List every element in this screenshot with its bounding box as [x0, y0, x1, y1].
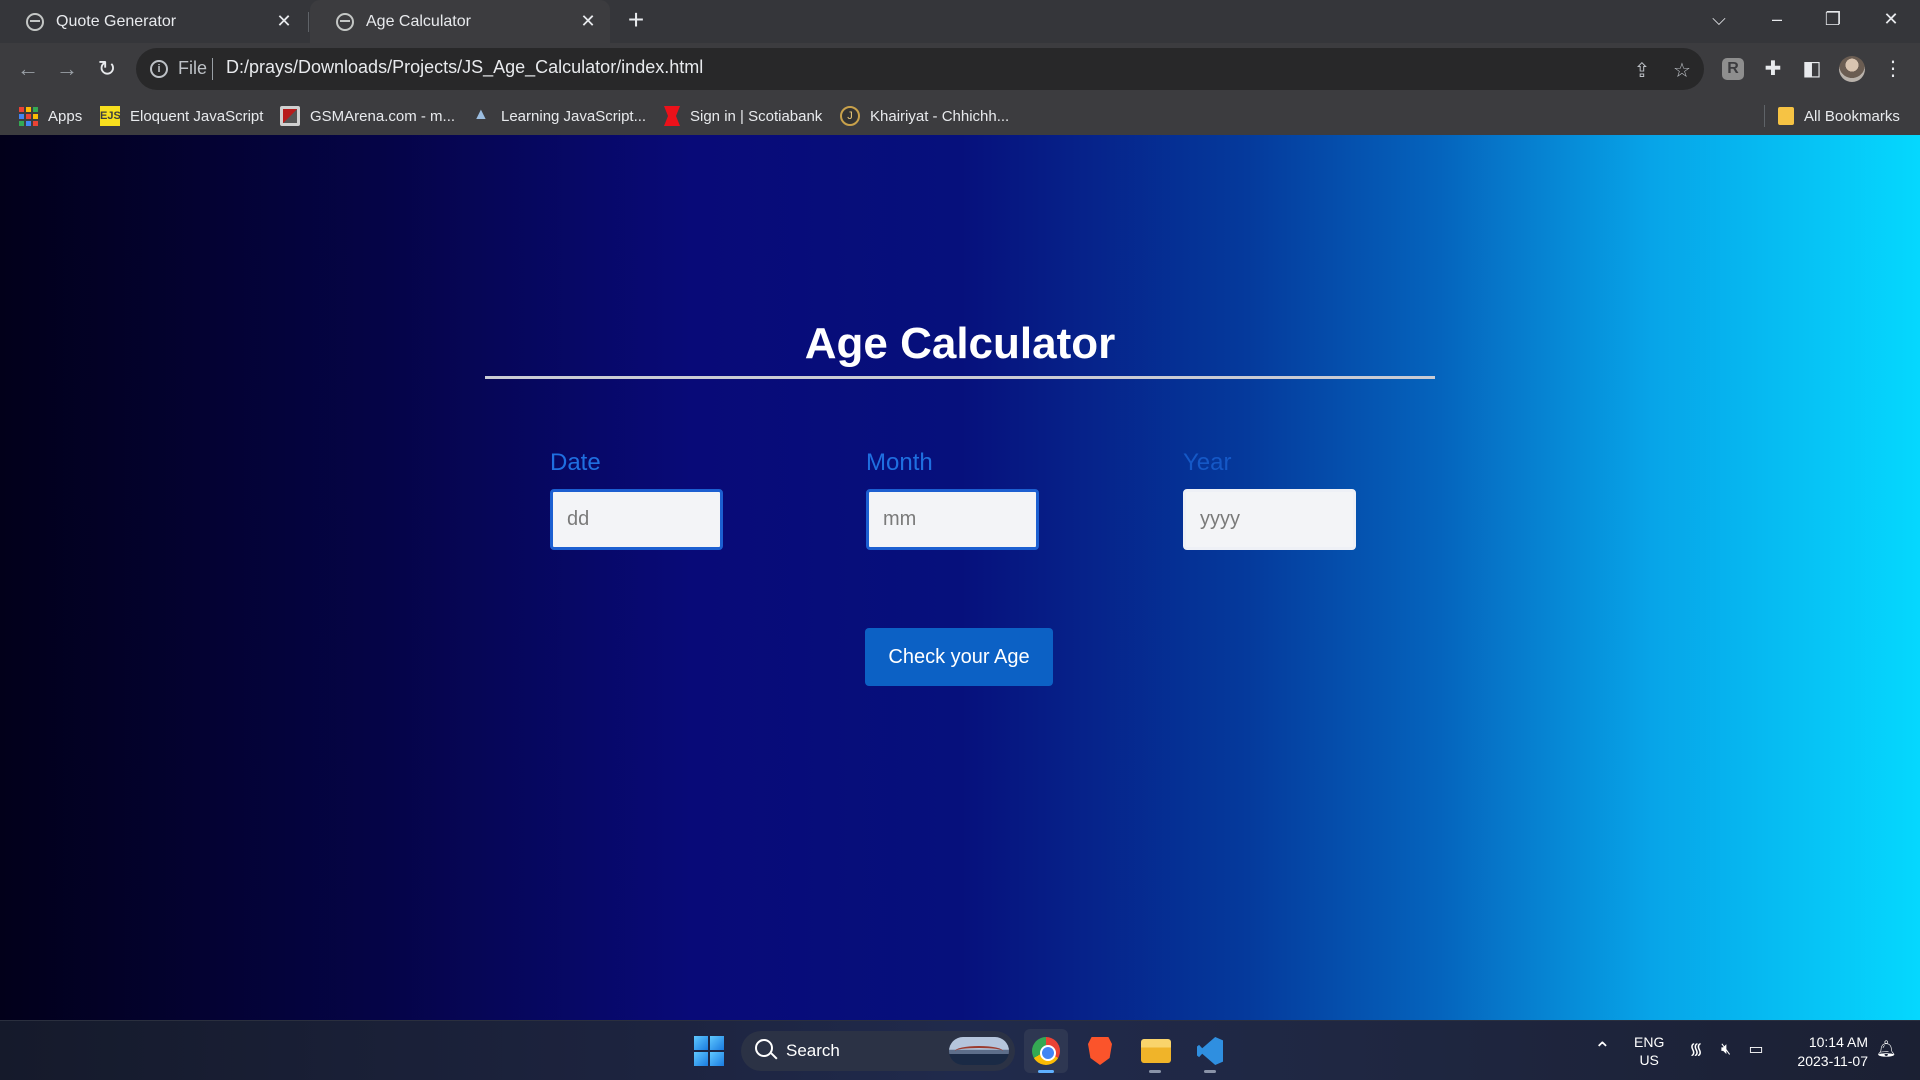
url-text[interactable]: D:/prays/Downloads/Projects/JS_Age_Calcu… — [226, 57, 703, 78]
taskbar-search-label: Search — [786, 1041, 840, 1060]
extension-r-icon[interactable]: R — [1722, 58, 1744, 80]
tab-label: Quote Generator — [56, 12, 177, 30]
forward-arrow-icon[interactable]: → — [51, 53, 83, 85]
tab-strip: Quote Generator ✕ Age Calculator ✕ + ⌵ –… — [0, 0, 1920, 43]
bookmark-apps[interactable]: Apps — [18, 105, 82, 127]
bookmark-star-icon[interactable]: ☆ — [1670, 58, 1694, 83]
browser-toolbar: ← → ↻ i File D:/prays/Downloads/Projects… — [0, 43, 1920, 95]
month-input[interactable] — [866, 489, 1039, 550]
reload-icon[interactable]: ↻ — [91, 53, 123, 85]
bookmark-label: Learning JavaScript... — [501, 107, 647, 125]
folder-icon — [1778, 107, 1794, 125]
wifi-icon[interactable]: ᯾ — [1686, 1040, 1706, 1060]
search-highlight-image — [949, 1037, 1009, 1065]
gsmarena-icon — [280, 106, 300, 126]
date-field-group: Date — [550, 449, 726, 550]
extensions-puzzle-icon[interactable]: ✚ — [1760, 56, 1786, 82]
address-bar[interactable]: i File D:/prays/Downloads/Projects/JS_Ag… — [136, 48, 1704, 90]
bookmark-khairiyat[interactable]: J Khairiyat - Chhichh... — [840, 105, 1009, 127]
tray-overflow-chevron-icon[interactable]: ⌃ — [1594, 1037, 1611, 1062]
ejs-icon: EJS — [100, 106, 121, 126]
bookmarks-bar: Apps EJS Eloquent JavaScript GSMArena.co… — [0, 95, 1920, 135]
scotiabank-icon — [664, 106, 680, 126]
clock-date: 2023-11-07 — [1797, 1053, 1868, 1069]
all-bookmarks-button[interactable]: All Bookmarks — [1778, 105, 1900, 127]
bookmark-eloquent-javascript[interactable]: EJS Eloquent JavaScript — [100, 105, 263, 127]
year-field-group: Year — [1183, 449, 1359, 550]
notification-bell-icon[interactable]: 🔔︎ — [1876, 1040, 1896, 1060]
minimize-icon[interactable]: – — [1752, 0, 1802, 40]
clock-time: 10:14 AM — [1808, 1034, 1868, 1050]
bookmark-label: Apps — [48, 107, 83, 125]
month-field-group: Month — [866, 449, 1042, 550]
address-divider — [212, 58, 213, 80]
search-icon — [755, 1039, 773, 1057]
bookmark-learning-javascript[interactable]: Learning JavaScript... — [471, 105, 646, 127]
volume-muted-icon[interactable]: 🔇︎ — [1716, 1040, 1736, 1060]
globe-icon — [26, 12, 44, 31]
date-label: Date — [550, 449, 601, 476]
learning-js-icon — [471, 106, 491, 126]
restore-icon[interactable]: ❐ — [1808, 0, 1858, 40]
back-arrow-icon[interactable]: ← — [12, 53, 44, 85]
brave-icon[interactable] — [1078, 1029, 1122, 1073]
language-indicator[interactable]: ENG US — [1634, 1033, 1664, 1069]
date-input[interactable] — [550, 489, 723, 550]
month-label: Month — [866, 449, 933, 476]
bookmark-gsmarena[interactable]: GSMArena.com - m... — [280, 105, 455, 127]
globe-icon — [336, 12, 354, 31]
share-icon[interactable]: ⇪ — [1630, 58, 1654, 83]
clock[interactable]: 10:14 AM 2023-11-07 — [1784, 1033, 1868, 1071]
battery-icon[interactable]: ▭ — [1746, 1040, 1766, 1060]
bookmarks-divider — [1764, 105, 1765, 127]
close-window-icon[interactable]: ✕ — [1866, 0, 1916, 40]
taskbar-search-box[interactable]: Search — [741, 1031, 1015, 1071]
bookmark-scotiabank[interactable]: Sign in | Scotiabank — [660, 105, 822, 127]
vscode-icon[interactable] — [1188, 1029, 1232, 1073]
title-underline — [485, 376, 1435, 379]
scheme-label: File — [178, 58, 208, 78]
close-tab-icon[interactable]: ✕ — [274, 11, 294, 31]
year-label: Year — [1183, 449, 1232, 476]
khairiyat-icon: J — [840, 106, 860, 126]
bookmark-label: GSMArena.com - m... — [310, 107, 456, 125]
page-viewport: Age Calculator Date Month Year Check you… — [0, 135, 1920, 1020]
file-explorer-icon[interactable] — [1133, 1029, 1177, 1073]
language-code: ENG — [1634, 1034, 1665, 1050]
more-menu-icon[interactable]: ⋮ — [1880, 56, 1906, 82]
bookmark-label: Sign in | Scotiabank — [690, 107, 823, 125]
side-panel-icon[interactable]: ◧ — [1799, 56, 1825, 82]
check-age-button[interactable]: Check your Age — [865, 628, 1053, 686]
profile-avatar[interactable] — [1839, 56, 1865, 82]
tab-divider — [308, 12, 309, 32]
site-info-icon[interactable]: i — [150, 60, 168, 78]
windows-start-icon[interactable] — [694, 1036, 724, 1066]
tab-search-chevron-icon[interactable]: ⌵ — [1694, 0, 1744, 40]
chrome-icon[interactable] — [1024, 1029, 1068, 1073]
bookmark-label: Khairiyat - Chhichh... — [870, 107, 1010, 125]
tab-age-calculator[interactable]: Age Calculator ✕ — [310, 0, 610, 43]
close-tab-icon[interactable]: ✕ — [578, 11, 598, 31]
taskbar: Search ⌃ ENG US ᯾ 🔇︎ ▭ 10:14 AM 2023-11-… — [0, 1020, 1920, 1080]
all-bookmarks-label: All Bookmarks — [1804, 107, 1900, 125]
year-input[interactable] — [1183, 489, 1356, 550]
new-tab-button[interactable]: + — [622, 6, 650, 34]
apps-grid-icon — [18, 106, 38, 126]
tab-quote-generator[interactable]: Quote Generator ✕ — [0, 0, 306, 43]
bookmark-label: Eloquent JavaScript — [130, 107, 264, 125]
language-region: US — [1639, 1052, 1659, 1068]
tab-label: Age Calculator — [366, 12, 471, 30]
page-title: Age Calculator — [804, 319, 1116, 368]
